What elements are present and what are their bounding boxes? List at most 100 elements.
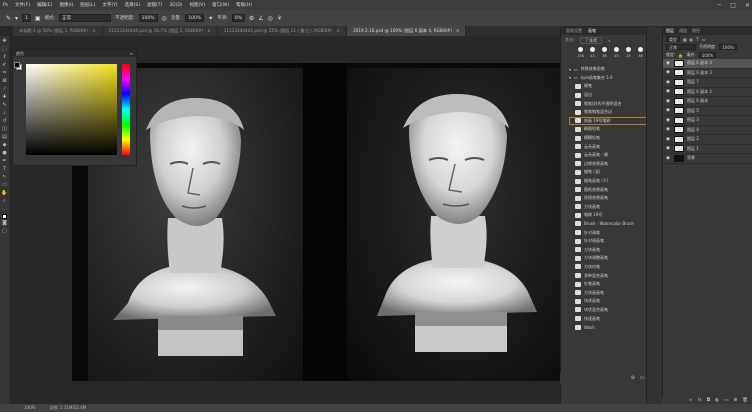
brush-size-value[interactable]: 7 像素 bbox=[580, 36, 603, 44]
zoom-tool-icon[interactable]: ⌕ bbox=[3, 198, 6, 205]
blur-tool-icon[interactable]: ◆ bbox=[3, 142, 7, 149]
menu-item[interactable]: 图层(L) bbox=[80, 2, 95, 8]
panel-menu-icon[interactable]: ≡ bbox=[130, 50, 133, 57]
eye-icon[interactable]: ◉ bbox=[665, 146, 671, 151]
quick-mask-icon[interactable]: ◙ bbox=[2, 220, 7, 227]
eye-icon[interactable]: ◉ bbox=[665, 137, 671, 142]
search-icon[interactable]: ⌕ bbox=[608, 38, 610, 43]
gear-icon[interactable]: ⚙ bbox=[249, 15, 254, 22]
minimize-icon[interactable]: ─ bbox=[718, 2, 722, 9]
eye-icon[interactable]: ◉ bbox=[665, 127, 671, 132]
pressure-size-icon[interactable]: ◎ bbox=[268, 15, 273, 22]
layer-opacity-field[interactable]: 100% bbox=[719, 44, 737, 50]
document-tab[interactable]: 2019.2.16.psd @ 100% (图层 6 副本 4, RGB/8#)… bbox=[347, 26, 467, 36]
document-tab[interactable]: 11223344444.psd @ 16.7% (图层 5, RGB/8#) × bbox=[102, 26, 218, 36]
filter-adjust-icon[interactable]: ◐ bbox=[690, 37, 694, 42]
filter-type-icon[interactable]: T bbox=[696, 37, 698, 42]
layers-panel-tab[interactable]: 图层 bbox=[666, 27, 674, 35]
zoom-level[interactable]: 100% bbox=[24, 404, 35, 412]
brush-preset[interactable]: 24 bbox=[588, 45, 597, 58]
fill-field[interactable]: 100% bbox=[698, 52, 717, 58]
folder-icon[interactable]: ▭ bbox=[724, 398, 728, 403]
menu-item[interactable]: 文字(Y) bbox=[102, 2, 117, 8]
layer-row[interactable]: ◉ 图层 6 副本 bbox=[663, 97, 752, 107]
new-layer-icon[interactable]: ⊞ bbox=[734, 398, 738, 403]
menu-item[interactable]: 视图(V) bbox=[190, 2, 206, 8]
lock-icon[interactable]: 🔒 bbox=[678, 53, 683, 58]
brush-preset[interactable]: 25 bbox=[624, 45, 633, 58]
brush-tool-icon[interactable]: ✎ bbox=[6, 15, 11, 22]
eye-icon[interactable]: ◉ bbox=[665, 89, 671, 94]
opacity-field[interactable]: 100% bbox=[138, 14, 158, 22]
filter-shape-icon[interactable]: ▭ bbox=[702, 37, 706, 42]
more-tools-icon[interactable]: … bbox=[2, 206, 7, 213]
layer-row[interactable]: ◉ 背景 bbox=[663, 154, 752, 164]
shape-tool-icon[interactable]: ▭ bbox=[2, 182, 7, 189]
path-select-tool-icon[interactable]: ↖ bbox=[2, 174, 6, 181]
menu-item[interactable]: 3D(D) bbox=[169, 3, 182, 8]
foreground-color-swatch[interactable] bbox=[2, 214, 7, 219]
adjustment-icon[interactable]: ◐ bbox=[715, 398, 719, 403]
new-brush-icon[interactable]: ⊕ bbox=[631, 375, 635, 381]
layers-panel-tab[interactable]: 通道 bbox=[679, 27, 687, 35]
mode-select[interactable]: 正常 bbox=[59, 14, 112, 22]
pen-tool-icon[interactable]: ✒ bbox=[2, 158, 6, 165]
trash-icon[interactable]: 🗑 bbox=[742, 398, 748, 403]
smoothing-field[interactable]: 0% bbox=[231, 14, 245, 22]
color-picker-field[interactable] bbox=[26, 64, 117, 155]
dodge-tool-icon[interactable]: ● bbox=[2, 150, 6, 157]
chevron-down-icon[interactable]: ▾ bbox=[15, 15, 18, 22]
eye-icon[interactable]: ◉ bbox=[665, 61, 671, 66]
quick-select-tool-icon[interactable]: ✐ bbox=[2, 62, 6, 69]
lasso-tool-icon[interactable]: ℓ bbox=[3, 54, 5, 61]
layer-row[interactable]: ◉ 图层 6 副本 3 bbox=[663, 69, 752, 78]
symmetry-icon[interactable]: ⚘ bbox=[277, 15, 282, 22]
brush-settings-icon[interactable]: ▣ bbox=[35, 15, 41, 22]
layer-row[interactable]: ◉ 图层 5 bbox=[663, 107, 752, 116]
brush-panel-tab[interactable]: 画笔设置 bbox=[566, 27, 582, 35]
pressure-opacity-icon[interactable]: ◎ bbox=[162, 15, 167, 22]
ps-logo-icon[interactable]: Ps bbox=[3, 3, 8, 8]
type-tool-icon[interactable]: T bbox=[3, 166, 6, 173]
fx-icon[interactable]: fx bbox=[697, 398, 701, 403]
brush-preset[interactable]: 158 bbox=[576, 45, 585, 58]
filter-pixel-icon[interactable]: ▦ bbox=[683, 37, 687, 42]
crop-tool-icon[interactable]: ⌗ bbox=[3, 70, 6, 77]
folder-icon[interactable]: ▭ bbox=[640, 375, 645, 381]
brush-preset[interactable]: 36 bbox=[600, 45, 609, 58]
eye-icon[interactable]: ◉ bbox=[665, 99, 671, 104]
close-icon[interactable]: × bbox=[207, 26, 211, 36]
menu-item[interactable]: 滤镜(T) bbox=[147, 2, 162, 8]
frame-tool-icon[interactable]: ⊠ bbox=[2, 78, 6, 85]
layers-panel-tab[interactable]: 路径 bbox=[692, 27, 700, 35]
hue-slider[interactable] bbox=[122, 64, 130, 155]
menu-item[interactable]: 文件(F) bbox=[15, 2, 30, 8]
eyedropper-tool-icon[interactable]: ⁄ bbox=[4, 86, 5, 93]
mask-icon[interactable]: ◘ bbox=[707, 398, 711, 403]
chevron-down-icon[interactable]: ▾ bbox=[569, 75, 571, 80]
chevron-down-icon[interactable]: ▾ bbox=[569, 67, 571, 72]
hand-tool-icon[interactable]: ✋ bbox=[1, 190, 7, 197]
brush-size-field[interactable]: 1 bbox=[22, 14, 31, 22]
brush-preset[interactable]: 20 bbox=[612, 45, 621, 58]
layer-row[interactable]: ◉ 图层 3 bbox=[663, 116, 752, 126]
blend-mode-select[interactable]: 正常 bbox=[666, 44, 696, 50]
brush-preset[interactable]: 36 bbox=[636, 45, 645, 58]
menu-item[interactable]: 帮助(H) bbox=[236, 2, 252, 8]
eye-icon[interactable]: ◉ bbox=[665, 118, 671, 123]
close-icon[interactable]: ✕ bbox=[745, 2, 750, 9]
marquee-tool-icon[interactable]: ⬚ bbox=[2, 46, 7, 53]
document-tab[interactable]: 11223344442.psd @ 25% (图层 11 ( 备注 ), RGB… bbox=[217, 26, 348, 36]
layer-row[interactable]: ◉ 图层 6 副本 4 bbox=[663, 59, 752, 69]
fg-bg-swatches[interactable] bbox=[14, 62, 22, 70]
brush-panel-tab[interactable]: 画笔 bbox=[588, 27, 596, 35]
close-icon[interactable]: × bbox=[337, 26, 341, 36]
close-icon[interactable]: × bbox=[456, 26, 460, 36]
eye-icon[interactable]: ◉ bbox=[665, 80, 671, 85]
screen-mode-icon[interactable]: ▢ bbox=[2, 228, 7, 235]
move-tool-icon[interactable]: ✥ bbox=[2, 38, 6, 45]
healing-tool-icon[interactable]: ✚ bbox=[2, 94, 6, 101]
menu-item[interactable]: 图像(I) bbox=[59, 2, 73, 8]
eye-icon[interactable]: ◉ bbox=[665, 70, 671, 75]
stamp-tool-icon[interactable]: ⊥ bbox=[2, 110, 6, 117]
